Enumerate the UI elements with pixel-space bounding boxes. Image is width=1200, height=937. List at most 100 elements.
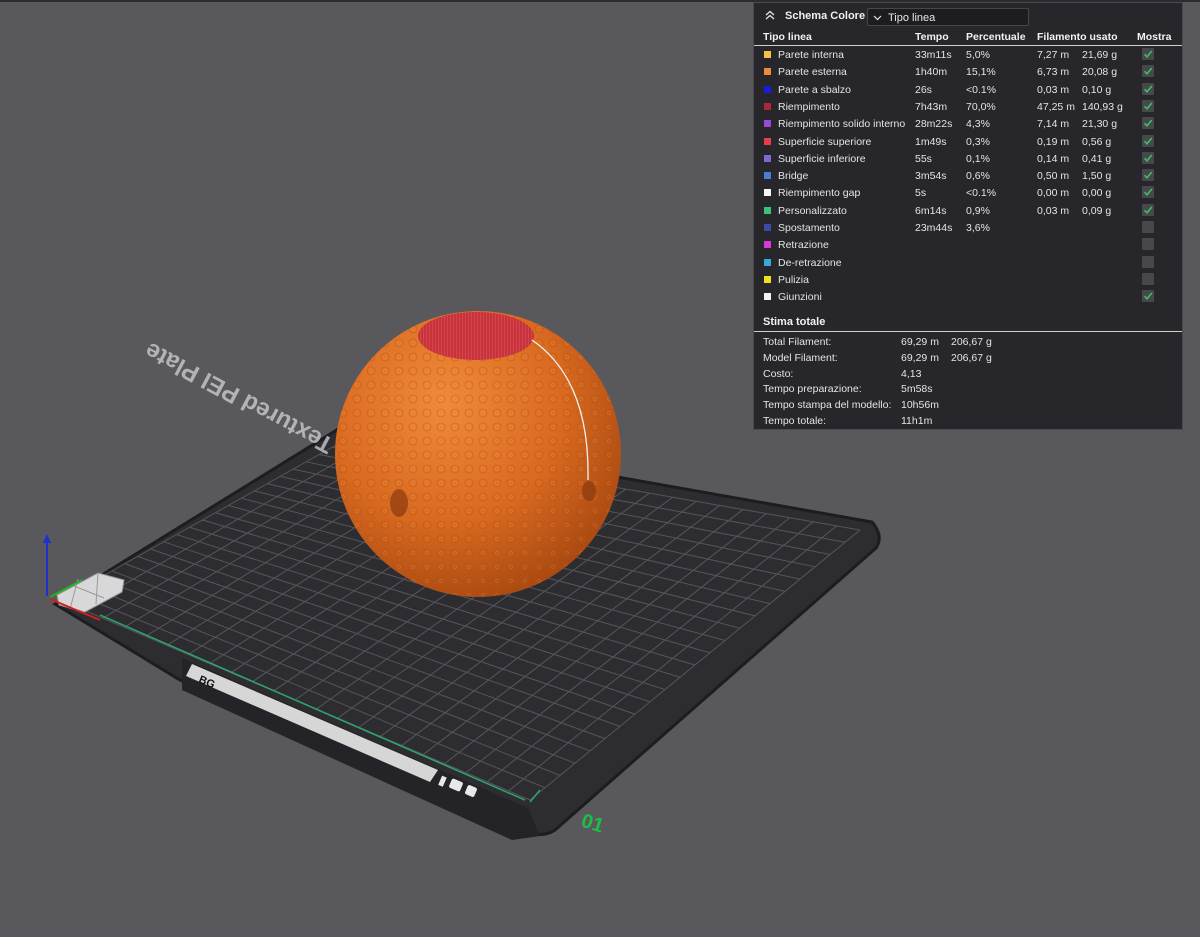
collapse-icon[interactable] [764,9,776,21]
feature-length: 0,14 m [1037,152,1070,165]
plate-number: 01 [578,810,606,838]
feature-length: 0,03 m [1037,204,1070,217]
show-checkbox[interactable] [1142,255,1154,268]
estimate-row: Tempo preparazione: 5m58s [754,381,1182,397]
feature-row[interactable]: Retrazione [754,236,1182,253]
feature-weight: 1,50 g [1082,170,1112,183]
show-checkbox[interactable] [1142,169,1154,182]
feature-percent: 15,1% [966,66,996,79]
estimate-row: Tempo stampa del modello: 10h56m [754,397,1182,413]
show-checkbox[interactable] [1142,48,1154,60]
estimate-row: Total Filament: 69,29 m 206,67 g [754,334,1182,350]
show-checkbox[interactable] [1142,272,1154,285]
check-icon [1143,85,1153,93]
top-surface [418,312,534,360]
show-checkbox[interactable] [1142,238,1154,251]
estimate-value: 10h56m [901,399,939,412]
feature-weight: 140,93 g [1082,100,1123,113]
check-icon [1143,188,1153,197]
feature-row[interactable]: Bridge 3m54s 0,6% 0,50 m 1,50 g [754,167,1182,184]
show-checkbox[interactable] [1142,99,1154,112]
color-swatch [764,241,771,249]
show-checkbox[interactable] [1142,203,1154,216]
color-swatch [764,120,771,128]
feature-label: Parete a sbalzo [778,83,851,96]
color-swatch [764,102,771,110]
show-checkbox[interactable] [1142,290,1154,303]
feature-percent: 0,6% [966,170,990,183]
feature-percent: <0.1% [966,83,997,96]
feature-row[interactable]: Riempimento solido interno 28m22s 4,3% 7,14… [754,115,1182,132]
header-filament: Filamento usato [1037,31,1118,43]
color-swatch [764,85,771,93]
feature-row[interactable]: Spostamento 23m44s 3,6% [754,219,1182,236]
feature-row[interactable]: Parete interna 33m11s 5,0% 7,27 m 21,69 g [754,46,1182,63]
feature-weight: 20,08 g [1082,66,1118,79]
feature-label: Bridge [778,170,809,183]
feature-weight: 0,10 g [1082,83,1112,96]
feature-row[interactable]: Riempimento gap 5s <0.1% 0,00 m 0,00 g [754,184,1182,201]
model-sphere[interactable] [335,311,621,597]
feature-label: Parete esterna [778,66,847,79]
feature-row[interactable]: Riempimento 7h43m 70,0% 47,25 m 140,93 g [754,98,1182,115]
header-type: Tipo linea [763,31,812,43]
view-type-value: Tipo linea [888,12,936,24]
feature-time: 55s [915,152,932,165]
feature-label: De-retrazione [778,256,842,269]
feature-time: 7h43m [915,100,948,113]
feature-length: 0,50 m [1037,170,1070,183]
feature-label: Superficie superiore [778,135,872,148]
feature-label: Superficie inferiore [778,152,866,165]
feature-label: Retrazione [778,239,829,252]
show-checkbox[interactable] [1142,82,1154,95]
feature-row[interactable]: Parete a sbalzo 26s <0.1% 0,03 m 0,10 g [754,81,1182,98]
check-icon [1143,171,1153,180]
show-checkbox[interactable] [1142,65,1154,78]
feature-length: 6,73 m [1037,66,1070,79]
feature-row[interactable]: Pulizia [754,271,1182,288]
feature-percent: 70,0% [966,100,996,113]
feature-weight: 0,41 g [1082,152,1112,165]
estimate-value: 4,13 [901,367,922,380]
feature-label: Giunzioni [778,291,822,304]
color-swatch [764,51,771,58]
feature-row[interactable]: Parete esterna 1h40m 15,1% 6,73 m 20,08 g [754,63,1182,80]
feature-weight: 0,00 g [1082,187,1112,200]
feature-length: 0,03 m [1037,83,1070,96]
feature-row[interactable]: Personalizzato 6m14s 0,9% 0,03 m 0,09 g [754,202,1182,219]
feature-row[interactable]: Superficie inferiore 55s 0,1% 0,14 m 0,41 g [754,150,1182,167]
show-checkbox[interactable] [1142,186,1154,199]
feature-label: Riempimento [778,100,840,113]
color-swatch [764,224,771,231]
feature-length: 7,27 m [1037,49,1070,61]
show-checkbox[interactable] [1142,221,1154,233]
feature-label: Personalizzato [778,204,847,217]
estimate-value: 69,29 m [901,351,939,364]
color-swatch [764,189,771,197]
feature-length: 7,14 m [1037,118,1070,131]
feature-row[interactable]: Giunzioni [754,288,1182,305]
color-scheme-panel: Schema Colore Tipo linea Tipo linea Temp… [753,2,1183,430]
feature-percent: <0.1% [966,187,997,200]
estimate-value: 69,29 m [901,336,939,348]
color-swatch [764,206,771,214]
show-checkbox[interactable] [1142,117,1154,130]
show-checkbox[interactable] [1142,151,1154,164]
view-type-dropdown[interactable]: Tipo linea [867,8,1029,26]
feature-row[interactable]: De-retrazione [754,254,1182,271]
color-swatch [764,172,771,180]
color-swatch [764,258,771,266]
feature-percent: 4,3% [966,118,990,131]
feature-row[interactable]: Superficie superiore 1m49s 0,3% 0,19 m 0,56 … [754,133,1182,150]
feature-time: 3m54s [915,170,947,183]
feature-time: 26s [915,83,932,96]
feature-weight: 0,09 g [1082,204,1112,217]
estimate-value-2: 206,67 g [951,336,992,348]
header-time: Tempo [915,31,949,43]
feature-label: Spostamento [778,222,840,234]
feature-weight: 21,30 g [1082,118,1118,131]
plate-label: Textured PEI Plate [141,337,338,459]
show-checkbox[interactable] [1142,134,1154,147]
header-show: Mostra [1137,31,1172,43]
feature-time: 1m49s [915,135,947,148]
